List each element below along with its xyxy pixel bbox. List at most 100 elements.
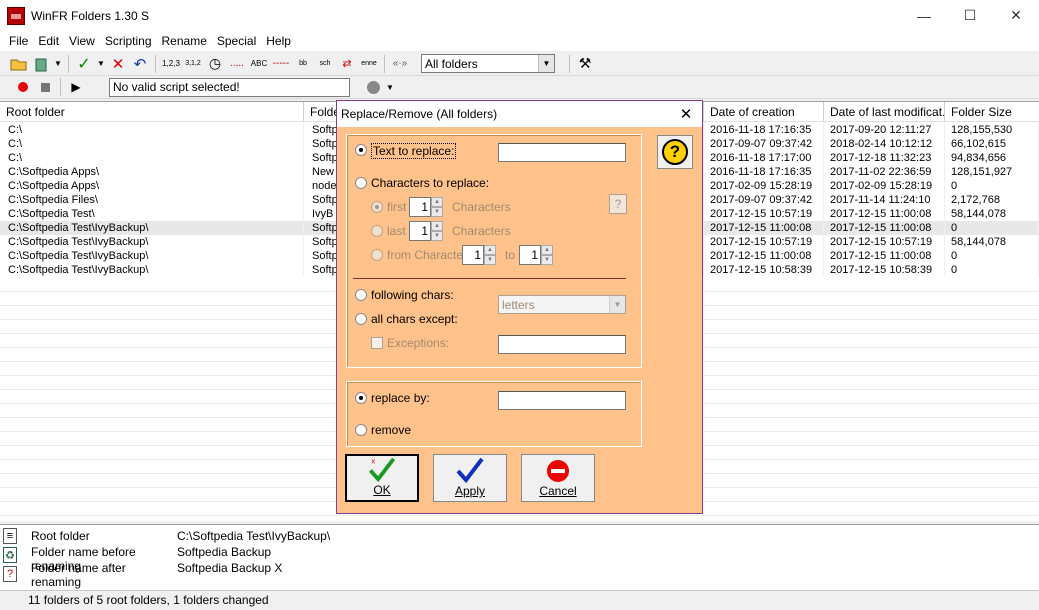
chars-help-button[interactable]: ?: [609, 194, 627, 214]
ok-label: OK: [373, 483, 391, 497]
undo-icon[interactable]: ↶: [129, 54, 151, 74]
column-date-creation[interactable]: Date of creation: [704, 102, 824, 122]
numbering-icon[interactable]: 1,2,3: [160, 54, 182, 74]
dots-icon[interactable]: .....: [226, 54, 248, 74]
record-icon[interactable]: [12, 77, 34, 97]
lowercase-icon[interactable]: bb: [292, 54, 314, 74]
tools-icon[interactable]: ⚒: [574, 54, 596, 74]
table-cell: 2017-09-20 12:11:27: [824, 123, 945, 137]
column-folder-size[interactable]: Folder Size: [945, 102, 1039, 122]
folder-filter-value: All folders: [425, 56, 478, 71]
recycle-icon[interactable]: ♻: [3, 547, 17, 563]
all-chars-except-radio[interactable]: [355, 313, 367, 325]
spin-up-icon[interactable]: ▲: [431, 221, 443, 231]
dropdown-arrow-icon[interactable]: ▼: [384, 77, 396, 97]
stop-icon[interactable]: [34, 77, 56, 97]
play-icon[interactable]: ▶: [65, 77, 87, 97]
table-cell: 2016-11-18 17:17:00: [704, 151, 824, 165]
cross-icon[interactable]: ✕: [107, 54, 129, 74]
first-stepper-value[interactable]: 1: [409, 197, 431, 217]
swap-case-icon[interactable]: sch: [314, 54, 336, 74]
spin-up-icon[interactable]: ▲: [431, 197, 443, 207]
menu-view[interactable]: View: [64, 31, 100, 51]
replace-chars-icon[interactable]: enne: [358, 54, 380, 74]
to-stepper[interactable]: 1 ▲ ▼: [519, 245, 553, 265]
spin-down-icon[interactable]: ▼: [484, 255, 496, 265]
spin-down-icon[interactable]: ▼: [431, 231, 443, 241]
to-stepper-value[interactable]: 1: [519, 245, 541, 265]
cancel-button[interactable]: Cancel: [521, 454, 595, 502]
table-cell: C:\: [0, 137, 304, 151]
spin-up-icon[interactable]: ▲: [484, 245, 496, 255]
chevron-down-icon[interactable]: ▼: [538, 55, 554, 72]
close-button[interactable]: ✕: [993, 0, 1039, 31]
exceptions-label: Exceptions:: [387, 336, 450, 350]
arrows-icon[interactable]: «·»: [389, 54, 411, 74]
toolbar-separator: [384, 54, 385, 73]
dropdown-arrow-icon[interactable]: ▼: [52, 54, 64, 74]
dropdown-arrow-icon[interactable]: ▼: [95, 54, 107, 74]
dashes-icon[interactable]: -----: [270, 54, 292, 74]
clock-icon[interactable]: ◷: [204, 54, 226, 74]
menu-rename[interactable]: Rename: [157, 31, 212, 51]
chars-to-replace-radio[interactable]: [355, 177, 367, 189]
text-to-replace-radio[interactable]: [355, 144, 367, 156]
from-character-radio[interactable]: [371, 249, 383, 261]
table-cell: C:\Softpedia Test\IvyBackup\: [0, 249, 304, 263]
info-row-after: Folder name after renaming Softpedia Bac…: [31, 561, 282, 589]
spin-down-icon[interactable]: ▼: [541, 255, 553, 265]
first-radio[interactable]: [371, 201, 383, 213]
folder-filter-select[interactable]: All folders ▼: [421, 54, 555, 73]
from-stepper-value[interactable]: 1: [462, 245, 484, 265]
dialog-title-bar: Replace/Remove (All folders) ✕: [337, 101, 702, 127]
table-cell: 2018-02-14 10:12:12: [824, 137, 945, 151]
uppercase-icon[interactable]: ABC: [248, 54, 270, 74]
window-title: WinFR Folders 1.30 S: [31, 8, 150, 23]
maximize-button[interactable]: ☐: [947, 0, 993, 31]
dialog-close-button[interactable]: ✕: [678, 104, 694, 124]
letters-select[interactable]: letters ▼: [498, 295, 626, 314]
chevron-down-icon[interactable]: ▼: [609, 296, 625, 313]
exceptions-input[interactable]: [498, 335, 626, 354]
table-cell: C:\: [0, 123, 304, 137]
document-icon[interactable]: ≡: [3, 528, 17, 544]
spin-down-icon[interactable]: ▼: [431, 207, 443, 217]
last-radio[interactable]: [371, 225, 383, 237]
remove-radio[interactable]: [355, 424, 367, 436]
dialog-help-button[interactable]: ?: [657, 135, 693, 169]
first-stepper[interactable]: 1 ▲ ▼: [409, 197, 443, 217]
first-characters-label: Characters: [452, 200, 511, 214]
table-cell: 2017-02-09 15:28:19: [824, 179, 945, 193]
spin-up-icon[interactable]: ▲: [541, 245, 553, 255]
menu-scripting[interactable]: Scripting: [100, 31, 157, 51]
menu-help[interactable]: Help: [261, 31, 296, 51]
menu-file[interactable]: File: [4, 31, 33, 51]
following-chars-radio[interactable]: [355, 289, 367, 301]
menu-edit[interactable]: Edit: [33, 31, 64, 51]
table-cell: C:\Softpedia Apps\: [0, 179, 304, 193]
help-icon[interactable]: ?: [3, 566, 17, 582]
sort-numbers-icon[interactable]: 3,1,2: [182, 54, 204, 74]
open-folder-icon[interactable]: [8, 54, 30, 74]
recycle-icon[interactable]: [30, 54, 52, 74]
status-bar: 11 folders of 5 root folders, 1 folders …: [0, 590, 1039, 610]
last-characters-label: Characters: [452, 224, 511, 238]
from-stepper[interactable]: 1 ▲ ▼: [462, 245, 496, 265]
replace-by-radio[interactable]: [355, 392, 367, 404]
check-icon[interactable]: ✓: [73, 54, 95, 74]
column-root-folder[interactable]: Root folder: [0, 102, 304, 122]
cancel-stop-icon: [547, 460, 569, 482]
info-row-root: Root folder C:\Softpedia Test\IvyBackup\: [31, 529, 330, 545]
text-to-replace-input[interactable]: [498, 143, 626, 162]
minimize-button[interactable]: —: [901, 0, 947, 31]
exceptions-checkbox[interactable]: [371, 337, 383, 349]
script-select-icon[interactable]: [362, 77, 384, 97]
replace-by-input[interactable]: [498, 391, 626, 410]
column-date-modification[interactable]: Date of last modificat...: [824, 102, 945, 122]
move-chars-icon[interactable]: ⇄: [336, 54, 358, 74]
ok-button[interactable]: x OK: [345, 454, 419, 502]
last-stepper[interactable]: 1 ▲ ▼: [409, 221, 443, 241]
apply-button[interactable]: Apply: [433, 454, 507, 502]
menu-special[interactable]: Special: [212, 31, 261, 51]
last-stepper-value[interactable]: 1: [409, 221, 431, 241]
